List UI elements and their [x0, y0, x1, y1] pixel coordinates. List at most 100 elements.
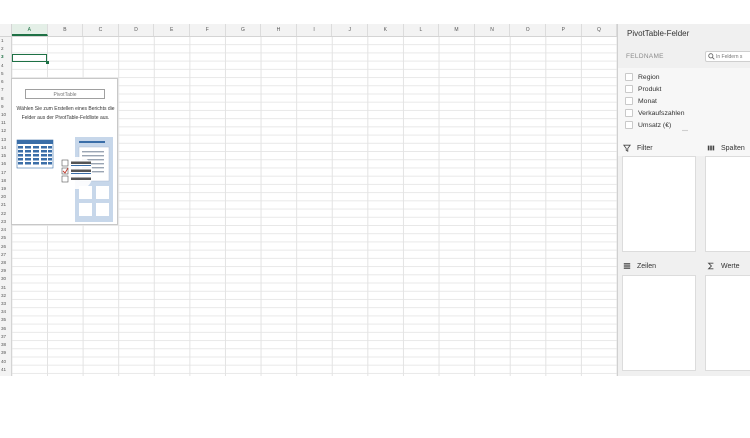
column-header[interactable]: C [83, 24, 119, 36]
row-header[interactable]: 40 [0, 358, 11, 366]
row-header[interactable]: 25 [0, 234, 11, 242]
select-all-corner[interactable] [0, 24, 12, 36]
field-item-verkaufszahlen[interactable]: Verkaufszahlen [625, 108, 684, 118]
field-label: Region [638, 73, 660, 81]
field-item-produkt[interactable]: Produkt [625, 84, 661, 94]
area-header-values: Werte [707, 260, 740, 272]
column-header[interactable]: J [332, 24, 368, 36]
field-checkbox[interactable] [625, 85, 633, 93]
row-header[interactable]: 16 [0, 160, 11, 168]
field-label: Produkt [638, 85, 662, 93]
column-header[interactable]: Q [582, 24, 617, 36]
column-header[interactable]: A [12, 24, 48, 36]
field-search-input[interactable] [716, 52, 750, 61]
row-header[interactable]: 18 [0, 177, 11, 185]
row-header[interactable]: 41 [0, 366, 11, 374]
area-header-columns: Spalten [707, 142, 745, 154]
column-header[interactable]: G [226, 24, 262, 36]
row-header[interactable]: 7 [0, 86, 11, 94]
filter-icon [623, 144, 631, 152]
row-header[interactable]: 37 [0, 333, 11, 341]
field-item-region[interactable]: Region [625, 72, 660, 82]
pivottable-instructions: Wählen Sie zum Erstellen eines Berichts … [16, 106, 115, 121]
row-header[interactable]: 8 [0, 95, 11, 103]
pivottable-illustration-icon [16, 137, 113, 222]
area-header-rows: Zeilen [623, 260, 656, 272]
row-header[interactable]: 32 [0, 292, 11, 300]
column-header[interactable]: I [297, 24, 333, 36]
pivottable-fields-pane: PivotTable-Felder FELDNAME Region Produk… [617, 24, 750, 376]
pane-resize-handle[interactable] [618, 128, 750, 133]
column-header[interactable]: P [546, 24, 582, 36]
column-header[interactable]: E [154, 24, 190, 36]
area-label-rows: Zeilen [637, 262, 657, 270]
row-header[interactable]: 11 [0, 119, 11, 127]
row-header[interactable]: 35 [0, 316, 11, 324]
area-label-columns: Spalten [721, 144, 745, 152]
row-header[interactable]: 33 [0, 300, 11, 308]
search-icon [708, 53, 715, 60]
rows-drop-zone[interactable] [622, 275, 696, 371]
field-checkbox[interactable] [625, 73, 633, 81]
rows-icon [623, 262, 631, 270]
field-name-label: FELDNAME [626, 53, 664, 60]
row-header[interactable]: 19 [0, 185, 11, 193]
field-checkbox[interactable] [625, 109, 633, 117]
pivottable-placeholder[interactable]: PivotTable Wählen Sie zum Erstellen eine… [11, 78, 118, 225]
area-label-values: Werte [721, 262, 740, 270]
row-header[interactable]: 23 [0, 218, 11, 226]
row-header[interactable]: 13 [0, 136, 11, 144]
row-header[interactable]: 36 [0, 325, 11, 333]
column-header[interactable]: D [119, 24, 155, 36]
columns-drop-zone[interactable] [705, 156, 750, 252]
row-header[interactable]: 5 [0, 70, 11, 78]
drag-handle-icon [681, 129, 688, 132]
sigma-icon [707, 262, 715, 270]
row-header[interactable]: 17 [0, 169, 11, 177]
row-header[interactable]: 9 [0, 103, 11, 111]
field-search-box[interactable] [705, 51, 750, 62]
values-drop-zone[interactable] [705, 275, 750, 371]
row-header[interactable]: 24 [0, 226, 11, 234]
row-header[interactable]: 14 [0, 144, 11, 152]
row-header[interactable]: 27 [0, 251, 11, 259]
row-header[interactable]: 15 [0, 152, 11, 160]
row-header[interactable]: 34 [0, 308, 11, 316]
row-header[interactable]: 29 [0, 267, 11, 275]
row-header[interactable]: 4 [0, 62, 11, 70]
field-label: Verkaufszahlen [638, 109, 685, 117]
row-header[interactable]: 1 [0, 37, 11, 45]
column-header[interactable]: M [439, 24, 475, 36]
row-header[interactable]: 3 [0, 53, 11, 61]
row-header[interactable]: 30 [0, 275, 11, 283]
column-header[interactable]: O [510, 24, 546, 36]
row-header[interactable]: 6 [0, 78, 11, 86]
column-header[interactable]: B [48, 24, 84, 36]
pane-title: PivotTable-Felder [627, 29, 690, 38]
columns-icon [707, 144, 715, 152]
spreadsheet-grid[interactable]: ABCDEFGHIJKLMNOPQ 1 2 3 4 5 6 7 8 9 10 11 12 13 14 15 1… [0, 24, 617, 376]
row-header[interactable]: 22 [0, 210, 11, 218]
column-header[interactable]: F [190, 24, 226, 36]
pivottable-title: PivotTable [25, 89, 105, 99]
row-header[interactable]: 10 [0, 111, 11, 119]
field-checkbox[interactable] [625, 97, 633, 105]
row-header[interactable]: 39 [0, 349, 11, 357]
row-header[interactable]: 38 [0, 341, 11, 349]
column-header[interactable]: L [404, 24, 440, 36]
filter-drop-zone[interactable] [622, 156, 696, 252]
field-item-monat[interactable]: Monat [625, 96, 657, 106]
row-header[interactable]: 28 [0, 259, 11, 267]
column-header[interactable]: H [261, 24, 297, 36]
selected-cell-a3[interactable] [12, 53, 49, 64]
column-header-bar: ABCDEFGHIJKLMNOPQ [0, 24, 617, 37]
row-header[interactable]: 2 [0, 45, 11, 53]
column-header[interactable]: N [475, 24, 511, 36]
area-header-filter: Filter [623, 142, 653, 154]
row-header[interactable]: 12 [0, 127, 11, 135]
row-header[interactable]: 21 [0, 201, 11, 209]
row-header[interactable]: 31 [0, 284, 11, 292]
column-header[interactable]: K [368, 24, 404, 36]
row-header[interactable]: 26 [0, 243, 11, 251]
row-header[interactable]: 20 [0, 193, 11, 201]
